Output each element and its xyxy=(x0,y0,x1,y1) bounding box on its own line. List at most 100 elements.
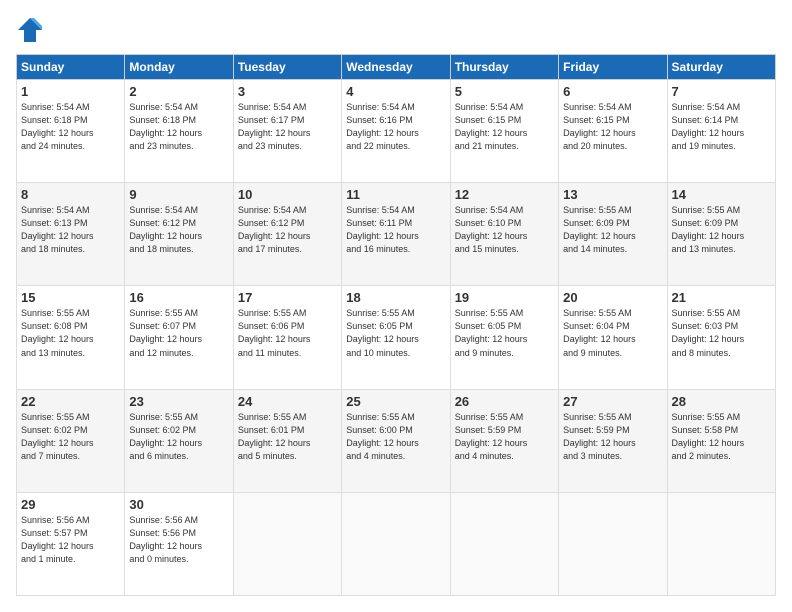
logo xyxy=(16,16,48,44)
day-number: 16 xyxy=(129,290,228,305)
calendar-week-4: 22 Sunrise: 5:55 AM Sunset: 6:02 PM Dayli… xyxy=(17,389,776,492)
calendar-cell: 23 Sunrise: 5:55 AM Sunset: 6:02 PM Dayli… xyxy=(125,389,233,492)
calendar-cell: 30 Sunrise: 5:56 AM Sunset: 5:56 PM Dayli… xyxy=(125,492,233,595)
day-number: 26 xyxy=(455,394,554,409)
calendar-cell: 8 Sunrise: 5:54 AM Sunset: 6:13 PM Daylig… xyxy=(17,183,125,286)
day-info: Sunrise: 5:55 AM Sunset: 6:04 PM Dayligh… xyxy=(563,307,662,359)
day-number: 21 xyxy=(672,290,771,305)
day-header-tuesday: Tuesday xyxy=(233,55,341,80)
calendar-cell: 9 Sunrise: 5:54 AM Sunset: 6:12 PM Daylig… xyxy=(125,183,233,286)
calendar-cell xyxy=(559,492,667,595)
day-header-friday: Friday xyxy=(559,55,667,80)
calendar-cell: 20 Sunrise: 5:55 AM Sunset: 6:04 PM Dayli… xyxy=(559,286,667,389)
calendar-cell xyxy=(450,492,558,595)
day-info: Sunrise: 5:55 AM Sunset: 6:01 PM Dayligh… xyxy=(238,411,337,463)
day-number: 1 xyxy=(21,84,120,99)
calendar-cell xyxy=(342,492,450,595)
day-number: 27 xyxy=(563,394,662,409)
day-info: Sunrise: 5:55 AM Sunset: 6:09 PM Dayligh… xyxy=(563,204,662,256)
day-header-sunday: Sunday xyxy=(17,55,125,80)
day-info: Sunrise: 5:54 AM Sunset: 6:15 PM Dayligh… xyxy=(455,101,554,153)
day-info: Sunrise: 5:54 AM Sunset: 6:12 PM Dayligh… xyxy=(129,204,228,256)
calendar-cell: 6Sunrise: 5:54 AM Sunset: 6:15 PM Daylig… xyxy=(559,80,667,183)
day-info: Sunrise: 5:55 AM Sunset: 6:02 PM Dayligh… xyxy=(129,411,228,463)
calendar-header-row: SundayMondayTuesdayWednesdayThursdayFrid… xyxy=(17,55,776,80)
day-number: 5 xyxy=(455,84,554,99)
calendar-cell: 2 Sunrise: 5:54 AM Sunset: 6:18 PM Daylig… xyxy=(125,80,233,183)
day-info: Sunrise: 5:54 AM Sunset: 6:16 PM Dayligh… xyxy=(346,101,445,153)
day-info: Sunrise: 5:55 AM Sunset: 6:02 PM Dayligh… xyxy=(21,411,120,463)
day-info: Sunrise: 5:54 AM Sunset: 6:18 PM Dayligh… xyxy=(129,101,228,153)
calendar-cell: 7 Sunrise: 5:54 AM Sunset: 6:14 PM Daylig… xyxy=(667,80,775,183)
calendar-cell: 24 Sunrise: 5:55 AM Sunset: 6:01 PM Dayli… xyxy=(233,389,341,492)
day-number: 13 xyxy=(563,187,662,202)
day-number: 8 xyxy=(21,187,120,202)
calendar-cell: 4 Sunrise: 5:54 AM Sunset: 6:16 PM Daylig… xyxy=(342,80,450,183)
calendar-week-1: 1 Sunrise: 5:54 AM Sunset: 6:18 PM Daylig… xyxy=(17,80,776,183)
calendar-cell: 18Sunrise: 5:55 AM Sunset: 6:05 PM Dayli… xyxy=(342,286,450,389)
day-info: Sunrise: 5:55 AM Sunset: 6:06 PM Dayligh… xyxy=(238,307,337,359)
day-number: 25 xyxy=(346,394,445,409)
day-number: 20 xyxy=(563,290,662,305)
day-info: Sunrise: 5:55 AM Sunset: 5:58 PM Dayligh… xyxy=(672,411,771,463)
day-info: Sunrise: 5:54 AM Sunset: 6:18 PM Dayligh… xyxy=(21,101,120,153)
logo-icon xyxy=(16,16,44,44)
calendar-cell: 12 Sunrise: 5:54 AM Sunset: 6:10 PM Dayli… xyxy=(450,183,558,286)
day-info: Sunrise: 5:55 AM Sunset: 6:05 PM Dayligh… xyxy=(455,307,554,359)
calendar-cell: 17 Sunrise: 5:55 AM Sunset: 6:06 PM Dayli… xyxy=(233,286,341,389)
day-number: 9 xyxy=(129,187,228,202)
day-info: Sunrise: 5:54 AM Sunset: 6:14 PM Dayligh… xyxy=(672,101,771,153)
day-info: Sunrise: 5:54 AM Sunset: 6:10 PM Dayligh… xyxy=(455,204,554,256)
day-number: 10 xyxy=(238,187,337,202)
day-number: 24 xyxy=(238,394,337,409)
day-number: 7 xyxy=(672,84,771,99)
calendar-cell: 19 Sunrise: 5:55 AM Sunset: 6:05 PM Dayli… xyxy=(450,286,558,389)
day-number: 17 xyxy=(238,290,337,305)
calendar-cell: 26 Sunrise: 5:55 AM Sunset: 5:59 PM Dayli… xyxy=(450,389,558,492)
day-number: 30 xyxy=(129,497,228,512)
day-number: 28 xyxy=(672,394,771,409)
calendar-cell: 14 Sunrise: 5:55 AM Sunset: 6:09 PM Dayli… xyxy=(667,183,775,286)
day-number: 22 xyxy=(21,394,120,409)
day-info: Sunrise: 5:54 AM Sunset: 6:15 PM Dayligh… xyxy=(563,101,662,153)
day-header-saturday: Saturday xyxy=(667,55,775,80)
calendar-cell: 22 Sunrise: 5:55 AM Sunset: 6:02 PM Dayli… xyxy=(17,389,125,492)
day-number: 14 xyxy=(672,187,771,202)
day-info: Sunrise: 5:54 AM Sunset: 6:17 PM Dayligh… xyxy=(238,101,337,153)
calendar-cell: 5 Sunrise: 5:54 AM Sunset: 6:15 PM Daylig… xyxy=(450,80,558,183)
calendar-cell: 21 Sunrise: 5:55 AM Sunset: 6:03 PM Dayli… xyxy=(667,286,775,389)
day-info: Sunrise: 5:54 AM Sunset: 6:11 PM Dayligh… xyxy=(346,204,445,256)
day-info: Sunrise: 5:55 AM Sunset: 6:00 PM Dayligh… xyxy=(346,411,445,463)
page: SundayMondayTuesdayWednesdayThursdayFrid… xyxy=(0,0,792,612)
calendar-cell: 15Sunrise: 5:55 AM Sunset: 6:08 PM Dayli… xyxy=(17,286,125,389)
day-number: 18 xyxy=(346,290,445,305)
calendar-cell: 13 Sunrise: 5:55 AM Sunset: 6:09 PM Dayli… xyxy=(559,183,667,286)
day-header-wednesday: Wednesday xyxy=(342,55,450,80)
day-number: 23 xyxy=(129,394,228,409)
day-number: 4 xyxy=(346,84,445,99)
day-number: 29 xyxy=(21,497,120,512)
day-info: Sunrise: 5:56 AM Sunset: 5:56 PM Dayligh… xyxy=(129,514,228,566)
day-number: 11 xyxy=(346,187,445,202)
day-info: Sunrise: 5:55 AM Sunset: 5:59 PM Dayligh… xyxy=(563,411,662,463)
day-number: 12 xyxy=(455,187,554,202)
calendar-week-3: 15Sunrise: 5:55 AM Sunset: 6:08 PM Dayli… xyxy=(17,286,776,389)
calendar-table: SundayMondayTuesdayWednesdayThursdayFrid… xyxy=(16,54,776,596)
calendar-week-2: 8 Sunrise: 5:54 AM Sunset: 6:13 PM Daylig… xyxy=(17,183,776,286)
day-info: Sunrise: 5:54 AM Sunset: 6:13 PM Dayligh… xyxy=(21,204,120,256)
day-info: Sunrise: 5:55 AM Sunset: 6:07 PM Dayligh… xyxy=(129,307,228,359)
day-info: Sunrise: 5:55 AM Sunset: 5:59 PM Dayligh… xyxy=(455,411,554,463)
day-number: 3 xyxy=(238,84,337,99)
day-info: Sunrise: 5:55 AM Sunset: 6:03 PM Dayligh… xyxy=(672,307,771,359)
calendar-week-5: 29Sunrise: 5:56 AM Sunset: 5:57 PM Dayli… xyxy=(17,492,776,595)
calendar-cell: 16 Sunrise: 5:55 AM Sunset: 6:07 PM Dayli… xyxy=(125,286,233,389)
calendar-cell xyxy=(233,492,341,595)
day-number: 15 xyxy=(21,290,120,305)
calendar-cell xyxy=(667,492,775,595)
day-number: 2 xyxy=(129,84,228,99)
header xyxy=(16,16,776,44)
day-number: 19 xyxy=(455,290,554,305)
day-info: Sunrise: 5:55 AM Sunset: 6:09 PM Dayligh… xyxy=(672,204,771,256)
calendar-cell: 28 Sunrise: 5:55 AM Sunset: 5:58 PM Dayli… xyxy=(667,389,775,492)
calendar-cell: 29Sunrise: 5:56 AM Sunset: 5:57 PM Dayli… xyxy=(17,492,125,595)
